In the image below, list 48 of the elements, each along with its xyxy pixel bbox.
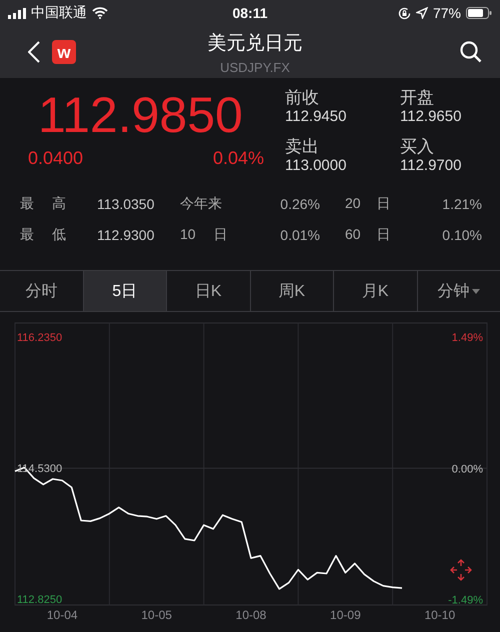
axis-label: 116.2350 <box>17 332 62 344</box>
range-value: 112.9300 <box>97 227 156 243</box>
stat-value: 112.9450 <box>285 108 348 126</box>
range-value: 0.10% <box>441 227 482 243</box>
range-label: 今年来 <box>180 195 223 213</box>
stat-label: 前收 <box>285 88 320 108</box>
stat-label: 卖出 <box>285 137 320 157</box>
axis-label: 10-09 <box>330 608 361 622</box>
symbol-code: USDJPY.FX <box>220 60 290 74</box>
axis-label: -1.49% <box>448 594 483 607</box>
clock-time: 08:11 <box>231 5 269 21</box>
range-label: 60 日 <box>344 226 392 244</box>
range-label: 10 日 <box>180 226 228 244</box>
axis-label: 112.8250 <box>17 594 62 606</box>
axis-label: 10-04 <box>46 608 78 622</box>
app-logo: w <box>52 40 76 64</box>
axis-label: 10-08 <box>236 608 266 622</box>
range-label: 20 日 <box>344 195 392 213</box>
location-icon <box>416 7 428 19</box>
axis-label: 10-05 <box>141 608 172 622</box>
search-icon[interactable] <box>460 41 482 63</box>
carrier-name: 中国联通 <box>31 4 87 22</box>
page-title: 美元兑日元 <box>208 32 302 56</box>
range-label: 最 高 <box>20 195 67 213</box>
range-value: 0.26% <box>279 196 320 212</box>
axis-label: 0.00% <box>452 463 483 476</box>
range-value: 1.21% <box>441 196 482 212</box>
range-value: 113.0350 <box>97 196 156 212</box>
percent-change: 0.04% <box>212 148 264 169</box>
stat-label: 开盘 <box>400 88 435 108</box>
stat-value: 112.9700 <box>400 157 462 175</box>
battery-icon <box>466 7 492 19</box>
last-price: 112.9850 <box>38 88 244 142</box>
stat-value: 112.9650 <box>400 108 462 126</box>
range-value: 0.01% <box>279 227 320 243</box>
stat-label: 买入 <box>400 137 435 157</box>
signal-icon <box>8 8 26 18</box>
axis-label: 1.49% <box>452 332 483 344</box>
axis-label: 10-10 <box>424 608 456 622</box>
price-change: 0.0400 <box>28 148 84 169</box>
period-tab[interactable]: 5日 <box>84 271 167 311</box>
stat-value: 113.0000 <box>285 157 348 175</box>
wifi-icon <box>92 7 108 19</box>
battery-percent: 77% <box>432 5 461 21</box>
range-label: 最 低 <box>20 226 67 244</box>
rotation-lock-icon <box>398 6 411 20</box>
pan-arrows-icon[interactable] <box>450 559 472 581</box>
back-icon[interactable] <box>28 41 40 63</box>
